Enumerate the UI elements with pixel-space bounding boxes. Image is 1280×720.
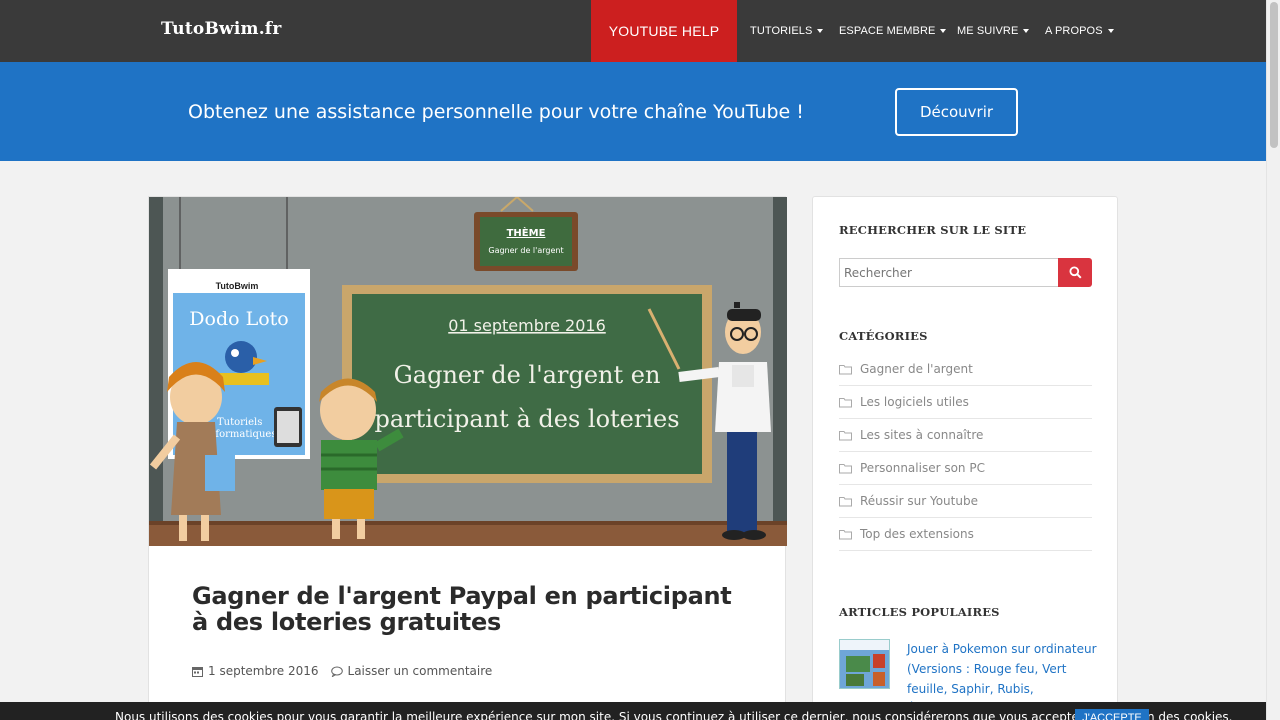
article-meta: 1 septembre 2016 Laisser un commentaire: [192, 664, 504, 678]
category-list: Gagner de l'argent Les logiciels utiles …: [839, 353, 1092, 551]
category-label: Gagner de l'argent: [860, 362, 973, 376]
caret-down-icon: [817, 29, 824, 33]
article-card: THÈME Gagner de l'argent TutoBwim Dodo L…: [148, 196, 787, 720]
category-item-reussir-youtube[interactable]: Réussir sur Youtube: [839, 485, 1092, 518]
popular-heading: ARTICLES POPULAIRES: [839, 605, 1000, 619]
board-line2: participant à des loteries: [374, 405, 679, 433]
popular-article-thumbnail[interactable]: [839, 639, 890, 689]
category-label: Les sites à connaître: [860, 428, 984, 442]
banner-text: Obtenez une assistance personnelle pour …: [188, 101, 804, 123]
promo-banner: Obtenez une assistance personnelle pour …: [0, 62, 1266, 161]
caret-down-icon: [940, 29, 947, 33]
search-button[interactable]: [1058, 258, 1092, 287]
categories-heading: CATÉGORIES: [839, 329, 928, 343]
article-date: 1 septembre 2016: [192, 664, 319, 678]
cookie-text: Nous utilisons des cookies pour vous gar…: [115, 710, 1233, 720]
article-date-text: 1 septembre 2016: [208, 664, 319, 678]
folder-icon: [839, 397, 852, 407]
comment-link-text: Laisser un commentaire: [347, 664, 493, 678]
nav-item-a-propos[interactable]: A PROPOS: [1045, 0, 1114, 62]
category-item-top-extensions[interactable]: Top des extensions: [839, 518, 1092, 551]
search-input[interactable]: [839, 258, 1060, 287]
nav-item-label: ESPACE MEMBRE: [839, 25, 936, 37]
pokemon-thumbnail-image: [840, 640, 889, 688]
folder-icon: [839, 430, 852, 440]
scrollbar-thumb[interactable]: [1270, 2, 1278, 148]
caret-down-icon: [1023, 29, 1030, 33]
hero-illustration: THÈME Gagner de l'argent TutoBwim Dodo L…: [149, 197, 787, 546]
category-item-gagner-argent[interactable]: Gagner de l'argent: [839, 353, 1092, 386]
nav-item-label: A PROPOS: [1045, 25, 1103, 37]
category-item-logiciels-utiles[interactable]: Les logiciels utiles: [839, 386, 1092, 419]
folder-icon: [839, 529, 852, 539]
nav-item-espace-membre[interactable]: ESPACE MEMBRE: [839, 0, 947, 62]
article-title[interactable]: Gagner de l'argent Paypal en participant…: [192, 583, 752, 635]
calendar-icon: [192, 666, 203, 677]
caret-down-icon: [1107, 29, 1114, 33]
folder-icon: [839, 463, 852, 473]
cookie-bar: Nous utilisons des cookies pour vous gar…: [0, 702, 1266, 720]
nav-item-me-suivre[interactable]: ME SUIVRE: [957, 0, 1030, 62]
discover-button[interactable]: Découvrir: [895, 88, 1018, 136]
poster-brand: TutoBwim: [216, 281, 259, 291]
category-label: Top des extensions: [860, 527, 974, 541]
folder-icon: [839, 496, 852, 506]
category-label: Personnaliser son PC: [860, 461, 985, 475]
category-item-personnaliser-pc[interactable]: Personnaliser son PC: [839, 452, 1092, 485]
board-date: 01 septembre 2016: [448, 316, 606, 335]
poster-title: Dodo Loto: [189, 308, 288, 330]
folder-icon: [839, 364, 852, 374]
nav-item-label: ME SUIVRE: [957, 25, 1019, 37]
comment-icon: [330, 666, 343, 677]
nav-youtube-help[interactable]: YOUTUBE HELP: [591, 0, 737, 62]
site-logo[interactable]: TutoBwim.fr: [161, 19, 281, 39]
comment-link[interactable]: Laisser un commentaire: [330, 664, 493, 678]
search-heading: RECHERCHER SUR LE SITE: [839, 223, 1027, 237]
category-label: Réussir sur Youtube: [860, 494, 978, 508]
theme-label: THÈME: [507, 226, 546, 239]
category-item-sites-connaitre[interactable]: Les sites à connaître: [839, 419, 1092, 452]
category-label: Les logiciels utiles: [860, 395, 969, 409]
accept-cookies-button[interactable]: J'ACCEPTE: [1075, 709, 1149, 720]
theme-value: Gagner de l'argent: [488, 246, 563, 255]
nav-item-label: TUTORIELS: [750, 25, 813, 37]
top-navbar: TutoBwim.fr YOUTUBE HELP TUTORIELS ESPAC…: [0, 0, 1266, 62]
page-scrollbar[interactable]: [1266, 0, 1280, 720]
sidebar: RECHERCHER SUR LE SITE CATÉGORIES Gagner…: [812, 196, 1118, 720]
poster-sub1: Tutoriels: [217, 417, 262, 428]
board-line1: Gagner de l'argent en: [394, 361, 661, 389]
search-icon: [1069, 266, 1082, 279]
nav-item-tutoriels[interactable]: TUTORIELS: [750, 0, 824, 62]
article-hero-image[interactable]: THÈME Gagner de l'argent TutoBwim Dodo L…: [149, 197, 787, 546]
